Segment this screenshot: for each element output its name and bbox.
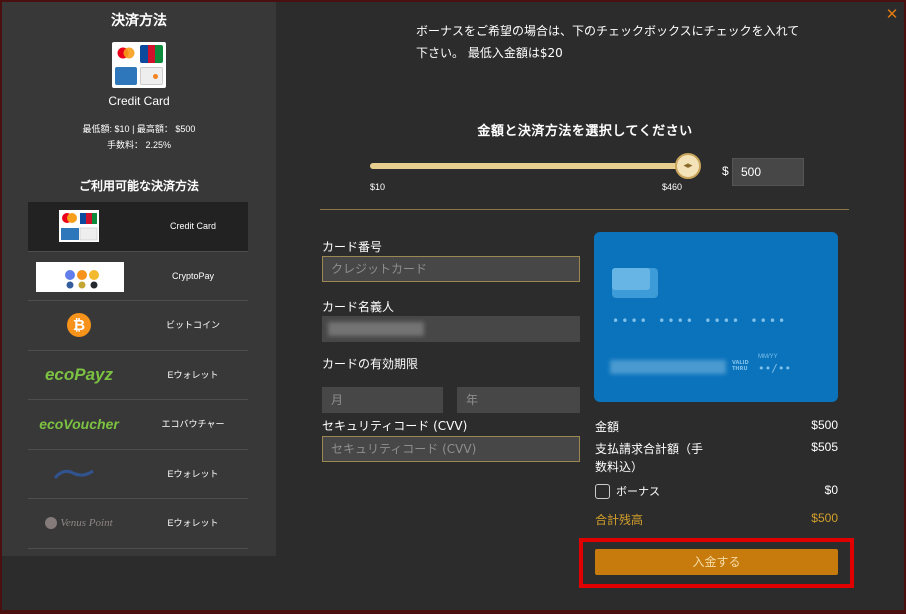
deposit-modal: 決済方法 Credit Card 最低額: $10 | 最高額： $500 手数… [2,2,904,610]
expiry-label: カードの有効期限 [322,357,419,371]
amount-slider[interactable]: ◂▸ [370,153,701,179]
summary-amount-row: 金額 $500 [595,418,838,436]
payment-method-ewallet[interactable]: Eウォレット [28,450,248,499]
ecopayz-logo-text: ecoPayz [44,364,114,384]
currency-symbol: $ [722,164,729,178]
summary-total-label-line2: 数料込） [595,460,644,474]
payment-method-ecopayz[interactable]: ecoPayz Eウォレット [28,351,248,400]
summary-total-value: $505 [811,440,838,454]
summary-total-row: 支払請求合計額（手 数料込） $505 [595,440,838,476]
payment-method-list: Credit Card CryptoPay ₿ ビットコイン ecoPayz E… [28,202,248,549]
ecopayz-logo: ecoPayz [34,358,124,392]
balance-label: 合計残高 [595,513,644,527]
slider-min-label: $10 [370,182,386,192]
slider-thumb[interactable]: ◂▸ [675,153,701,179]
section-divider [320,209,849,210]
bonus-checkbox[interactable] [595,484,610,499]
bonus-note-line2: 下さい。 最低入金額は$20 [416,46,563,60]
close-icon[interactable]: ✕ [884,6,900,22]
balance-value: $500 [811,511,838,525]
ecovoucher-logo: ecoVoucher [34,407,124,441]
cvv-label: セキュリティコード (CVV) [322,419,468,433]
cardholder-name-blurred [328,322,424,336]
selected-method-name: Credit Card [108,94,170,108]
deposit-button[interactable]: 入金する [595,549,838,575]
card-number-input[interactable] [322,256,580,282]
payment-method-label: ビットコイン [165,320,220,330]
venuspoint-logo: Venus Point [34,506,124,540]
ecovoucher-logo-text: ecoVoucher [39,416,119,432]
card-number-label: カード番号 [322,240,383,254]
expiry-year-input[interactable] [457,387,580,413]
payment-method-label: Eウォレット [167,468,219,479]
credit-card-logos-icon [112,42,166,88]
payment-method-label: Eウォレット [167,518,219,528]
payment-method-label: Credit Card [169,221,216,231]
deposit-limits: 最低額: $10 | 最高額： $500 [82,124,196,134]
credit-card-logos-icon [34,209,124,243]
sidebar-title: 決済方法 [111,13,167,29]
amex-icon [115,67,137,85]
slider-fill [370,163,688,169]
cvv-input[interactable] [322,436,580,462]
bonus-note: ボーナスをご希望の場合は、下のチェックボックスにチェックを入れて 下さい。 最低… [416,20,856,64]
venuspoint-logo-text: Venus Point [60,517,113,529]
cryptopay-logo-icon [36,261,124,292]
summary-amount-value: $500 [811,418,838,432]
payment-method-ecovoucher[interactable]: ecoVoucher エコバウチャー [28,400,248,450]
card-expiry-mask: ••/•• [758,362,792,375]
slider-max-label: $460 [662,182,683,192]
payment-method-label: エコバウチャー [161,419,225,429]
card-preview: •••• •••• •••• •••• VALID THRU MM/YY ••/… [594,232,838,402]
available-methods-title: ご利用可能な決済方法 [78,179,199,193]
bonus-checkbox-wrap[interactable]: ボーナス [595,483,660,499]
ewallet-logo-icon [34,457,124,491]
jcb-icon [140,45,163,63]
payment-method-label: Eウォレット [167,369,219,380]
payment-method-label: CryptoPay [171,270,215,281]
card-chip-icon [612,268,658,298]
summary-bonus-row: ボーナス $0 [595,483,838,501]
card-name-blurred [610,360,726,374]
card-number-mask: •••• •••• •••• •••• [612,314,788,328]
payment-method-cryptopay[interactable]: CryptoPay [28,252,248,301]
summary-balance-row: 合計残高 $500 [595,511,838,529]
amount-select-title: 金額と決済方法を選択してください [477,124,693,139]
summary-total-label-line1: 支払請求合計額（手 [595,442,704,456]
summary-amount-label: 金額 [595,420,620,434]
bonus-note-line1: ボーナスをご希望の場合は、下のチェックボックスにチェックを入れて [416,24,800,38]
payment-method-bitcoin[interactable]: ₿ ビットコイン [28,301,248,351]
cardholder-label: カード名義人 [322,300,395,314]
summary-total-label: 支払請求合計額（手 数料込） [595,440,703,476]
bitcoin-icon: ₿ [34,308,124,342]
mm-yy-label: MM/YY [758,354,778,360]
bonus-value: $0 [824,483,838,497]
valid-thru-label: VALID THRU [732,360,749,372]
bonus-label: ボーナス [616,485,660,498]
payment-method-sidebar: 決済方法 Credit Card 最低額: $10 | 最高額： $500 手数… [2,2,276,556]
expiry-month-input[interactable] [322,387,443,413]
svg-text:₿: ₿ [73,316,85,334]
fee-text: 手数料： 2.25% [106,140,172,150]
mastercard-icon [115,45,137,63]
payment-method-venuspoint[interactable]: Venus Point Eウォレット [28,499,248,549]
amount-input[interactable] [732,158,804,186]
discover-icon [140,67,163,85]
payment-method-credit-card[interactable]: Credit Card [28,202,248,252]
venuspoint-icon [45,517,58,529]
